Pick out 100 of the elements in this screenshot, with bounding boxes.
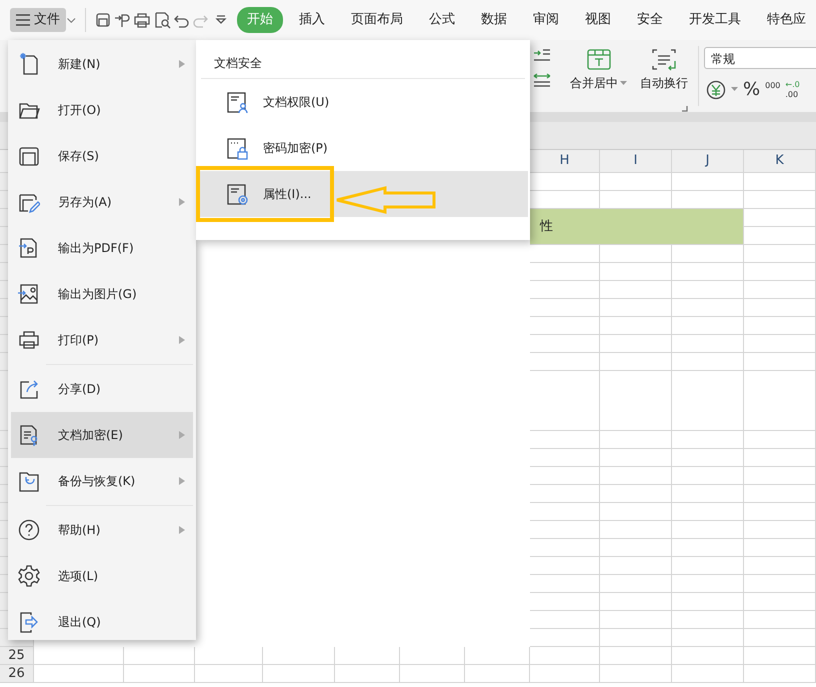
- table-cell: [600, 485, 672, 503]
- wrap-text-label[interactable]: 自动换行: [640, 74, 688, 92]
- document-user-icon: [226, 90, 249, 114]
- decimal-button[interactable]: ←.0 .00: [785, 80, 800, 100]
- menu-item[interactable]: 备份与恢复(K): [11, 458, 193, 504]
- table-cell: [672, 521, 744, 539]
- menu-item[interactable]: 分享(D): [11, 366, 193, 412]
- percent-button[interactable]: %: [743, 76, 760, 103]
- table-cell: [195, 647, 263, 665]
- table-cell: [530, 629, 600, 647]
- menu-item[interactable]: 密码加密(P): [198, 125, 528, 171]
- column-header: K: [744, 150, 816, 173]
- row-header: 26: [0, 665, 34, 683]
- ribbon-tab[interactable]: 安全: [626, 7, 673, 33]
- menu-item[interactable]: 退出(Q): [11, 599, 193, 645]
- table-cell: [600, 557, 672, 575]
- menu-icon: [16, 14, 30, 26]
- table-cell: [672, 629, 744, 647]
- merge-center-label[interactable]: 合并居中: [570, 74, 618, 92]
- table-cell: [600, 317, 672, 335]
- table-cell: [744, 371, 816, 431]
- ribbon-tab[interactable]: 数据: [470, 7, 517, 33]
- ribbon-tab[interactable]: 公式: [418, 7, 465, 33]
- settings-icon: [18, 565, 40, 587]
- table-cell: [672, 245, 744, 263]
- menu-item[interactable]: 文档权限(U): [198, 79, 528, 125]
- ribbon-tab[interactable]: 插入: [288, 7, 335, 33]
- restore-icon: [18, 470, 40, 492]
- ribbon-tab[interactable]: 视图: [574, 7, 621, 33]
- dialog-launcher-icon[interactable]: [682, 106, 688, 112]
- menu-item[interactable]: 输出为PDF(F): [11, 225, 193, 271]
- distributed-align-icon[interactable]: [533, 72, 551, 88]
- table-cell: [530, 317, 600, 335]
- table-cell: [744, 209, 816, 227]
- table-cell: [600, 245, 672, 263]
- table-cell: [600, 575, 672, 593]
- table-cell: [744, 647, 816, 665]
- table-cell: [744, 173, 816, 191]
- caret-icon[interactable]: [731, 87, 738, 92]
- table-cell: [600, 281, 672, 299]
- table-cell: [400, 665, 465, 683]
- table-cell: [672, 317, 744, 335]
- column-header: H: [530, 150, 600, 173]
- menu-item[interactable]: 文档加密(E): [11, 412, 193, 458]
- merge-cells-icon[interactable]: [586, 49, 610, 71]
- menu-item[interactable]: 新建(N): [11, 41, 193, 87]
- table-cell: [672, 371, 744, 431]
- table-cell: [672, 353, 744, 371]
- menu-item[interactable]: 另存为(A): [11, 179, 193, 225]
- table-cell: [530, 335, 600, 353]
- table-cell: [465, 665, 530, 683]
- caret-icon[interactable]: [66, 15, 77, 25]
- table-cell: [600, 521, 672, 539]
- table-cell: [744, 575, 816, 593]
- ribbon-tab[interactable]: 页面布局: [340, 7, 413, 33]
- number-format-field[interactable]: 常规: [704, 47, 816, 69]
- table-cell: 性: [530, 209, 744, 245]
- table-cell: [530, 371, 600, 431]
- table-cell: [530, 521, 600, 539]
- table-cell: [530, 503, 600, 521]
- table-cell: [530, 263, 600, 281]
- table-cell: [600, 353, 672, 371]
- menu-item[interactable]: 帮助(H): [11, 507, 193, 553]
- file-menu-button[interactable]: 文件: [10, 8, 66, 32]
- ribbon-tab[interactable]: 开发工具: [678, 7, 751, 33]
- table-cell: [744, 317, 816, 335]
- table-cell: [600, 431, 672, 449]
- print-preview-icon[interactable]: [152, 11, 171, 29]
- table-cell: [465, 647, 530, 665]
- menu-item[interactable]: 属性(I)...: [198, 171, 528, 217]
- table-cell: [530, 539, 600, 557]
- table-cell: [124, 665, 195, 683]
- document-lock-icon: [226, 136, 249, 160]
- save-icon: [18, 145, 40, 167]
- table-cell: [530, 449, 600, 467]
- table-cell: [600, 299, 672, 317]
- menu-item[interactable]: 选项(L): [11, 553, 193, 599]
- table-cell: [672, 263, 744, 281]
- thousands-separator-button[interactable]: 000: [765, 81, 780, 98]
- table-cell: [600, 665, 672, 683]
- menu-item[interactable]: 打开(O): [11, 87, 193, 133]
- table-cell: [600, 593, 672, 611]
- print-icon: [18, 329, 40, 351]
- ribbon-tab[interactable]: 审阅: [522, 7, 569, 33]
- menu-item[interactable]: 打印(P): [11, 317, 193, 363]
- table-cell: [744, 665, 816, 683]
- currency-icon[interactable]: [706, 80, 726, 100]
- table-cell: [530, 665, 600, 683]
- table-cell: [530, 647, 600, 665]
- save-icon[interactable]: [94, 11, 112, 29]
- table-cell: [672, 281, 744, 299]
- print-icon[interactable]: [133, 11, 152, 29]
- caret-icon[interactable]: [620, 80, 627, 86]
- table-cell: [600, 449, 672, 467]
- menu-item[interactable]: 输出为图片(G): [11, 271, 193, 317]
- ribbon-tab[interactable]: 特色应: [756, 7, 816, 33]
- menu-item[interactable]: 保存(S): [11, 133, 193, 179]
- table-cell: [530, 593, 600, 611]
- wrap-text-icon[interactable]: [652, 49, 676, 71]
- table-cell: [530, 467, 600, 485]
